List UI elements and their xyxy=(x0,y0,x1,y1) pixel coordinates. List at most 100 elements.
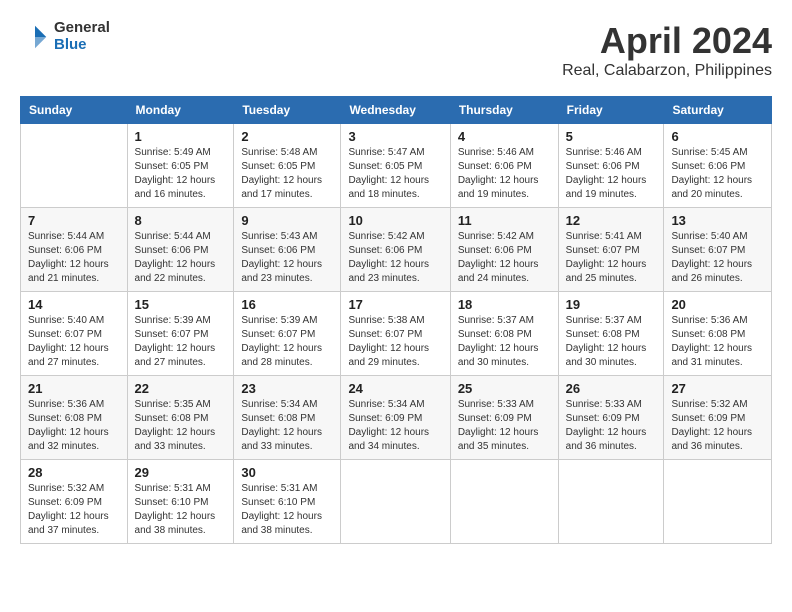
calendar-cell: 7 Sunrise: 5:44 AM Sunset: 6:06 PM Daylig… xyxy=(21,208,128,292)
day-number: 8 xyxy=(135,213,227,228)
calendar-cell: 2 Sunrise: 5:48 AM Sunset: 6:05 PM Daylig… xyxy=(234,124,341,208)
calendar-cell: 10Sunrise: 5:42 AM Sunset: 6:06 PM Dayli… xyxy=(341,208,450,292)
header: General Blue April 2024 Real, Calabarzon… xyxy=(20,20,772,80)
day-info: Sunrise: 5:33 AM Sunset: 6:09 PM Dayligh… xyxy=(566,398,657,454)
calendar-table: SundayMondayTuesdayWednesdayThursdayFrid… xyxy=(20,96,772,544)
calendar-week-row: 14 Sunrise: 5:40 AM Sunset: 6:07 PM Dayli… xyxy=(21,292,772,376)
day-info: Sunrise: 5:36 AM Sunset: 6:08 PM Dayligh… xyxy=(28,398,120,454)
day-info: Sunrise: 5:42 AM Sunset: 6:06 PM Dayligh… xyxy=(458,230,551,286)
calendar-week-row: 7 Sunrise: 5:44 AM Sunset: 6:06 PM Daylig… xyxy=(21,208,772,292)
day-info: Sunrise: 5:32 AM Sunset: 6:09 PM Dayligh… xyxy=(671,398,764,454)
header-wednesday: Wednesday xyxy=(341,97,450,124)
calendar-cell xyxy=(21,124,128,208)
calendar-cell: 12 Sunrise: 5:41 AM Sunset: 6:07 PM Dayli… xyxy=(558,208,664,292)
day-info: Sunrise: 5:41 AM Sunset: 6:07 PM Dayligh… xyxy=(566,230,657,286)
calendar-cell: 23 Sunrise: 5:34 AM Sunset: 6:08 PM Dayli… xyxy=(234,376,341,460)
day-info: Sunrise: 5:39 AM Sunset: 6:07 PM Dayligh… xyxy=(135,314,227,370)
calendar-cell: 22Sunrise: 5:35 AM Sunset: 6:08 PM Dayli… xyxy=(127,376,234,460)
calendar-cell: 18 Sunrise: 5:37 AM Sunset: 6:08 PM Dayli… xyxy=(450,292,558,376)
location-subtitle: Real, Calabarzon, Philippines xyxy=(562,62,772,80)
day-number: 23 xyxy=(241,381,333,396)
day-number: 2 xyxy=(241,129,333,144)
day-info: Sunrise: 5:46 AM Sunset: 6:06 PM Dayligh… xyxy=(566,146,657,202)
calendar-cell: 20 Sunrise: 5:36 AM Sunset: 6:08 PM Dayli… xyxy=(664,292,772,376)
day-info: Sunrise: 5:47 AM Sunset: 6:05 PM Dayligh… xyxy=(348,146,442,202)
day-info: Sunrise: 5:33 AM Sunset: 6:09 PM Dayligh… xyxy=(458,398,551,454)
day-number: 20 xyxy=(671,297,764,312)
day-number: 9 xyxy=(241,213,333,228)
day-info: Sunrise: 5:49 AM Sunset: 6:05 PM Dayligh… xyxy=(135,146,227,202)
day-number: 25 xyxy=(458,381,551,396)
calendar-cell: 11 Sunrise: 5:42 AM Sunset: 6:06 PM Dayli… xyxy=(450,208,558,292)
day-info: Sunrise: 5:44 AM Sunset: 6:06 PM Dayligh… xyxy=(135,230,227,286)
day-number: 18 xyxy=(458,297,551,312)
day-info: Sunrise: 5:31 AM Sunset: 6:10 PM Dayligh… xyxy=(135,482,227,538)
calendar-cell: 6Sunrise: 5:45 AM Sunset: 6:06 PM Daylig… xyxy=(664,124,772,208)
day-number: 16 xyxy=(241,297,333,312)
logo-general: General xyxy=(54,20,110,37)
calendar-cell xyxy=(558,460,664,544)
header-thursday: Thursday xyxy=(450,97,558,124)
day-info: Sunrise: 5:34 AM Sunset: 6:08 PM Dayligh… xyxy=(241,398,333,454)
calendar-cell: 21 Sunrise: 5:36 AM Sunset: 6:08 PM Dayli… xyxy=(21,376,128,460)
day-number: 19 xyxy=(566,297,657,312)
day-info: Sunrise: 5:46 AM Sunset: 6:06 PM Dayligh… xyxy=(458,146,551,202)
day-info: Sunrise: 5:44 AM Sunset: 6:06 PM Dayligh… xyxy=(28,230,120,286)
day-number: 30 xyxy=(241,465,333,480)
day-number: 1 xyxy=(135,129,227,144)
calendar-cell: 28Sunrise: 5:32 AM Sunset: 6:09 PM Dayli… xyxy=(21,460,128,544)
day-number: 7 xyxy=(28,213,120,228)
header-monday: Monday xyxy=(127,97,234,124)
day-number: 6 xyxy=(671,129,764,144)
calendar-cell xyxy=(664,460,772,544)
day-info: Sunrise: 5:34 AM Sunset: 6:09 PM Dayligh… xyxy=(348,398,442,454)
day-info: Sunrise: 5:40 AM Sunset: 6:07 PM Dayligh… xyxy=(671,230,764,286)
day-number: 27 xyxy=(671,381,764,396)
calendar-cell: 9 Sunrise: 5:43 AM Sunset: 6:06 PM Daylig… xyxy=(234,208,341,292)
day-info: Sunrise: 5:40 AM Sunset: 6:07 PM Dayligh… xyxy=(28,314,120,370)
day-number: 26 xyxy=(566,381,657,396)
day-info: Sunrise: 5:31 AM Sunset: 6:10 PM Dayligh… xyxy=(241,482,333,538)
calendar-cell: 13Sunrise: 5:40 AM Sunset: 6:07 PM Dayli… xyxy=(664,208,772,292)
calendar-week-row: 1 Sunrise: 5:49 AM Sunset: 6:05 PM Daylig… xyxy=(21,124,772,208)
calendar-cell: 16 Sunrise: 5:39 AM Sunset: 6:07 PM Dayli… xyxy=(234,292,341,376)
calendar-cell: 30 Sunrise: 5:31 AM Sunset: 6:10 PM Dayli… xyxy=(234,460,341,544)
day-number: 28 xyxy=(28,465,120,480)
calendar-cell: 27 Sunrise: 5:32 AM Sunset: 6:09 PM Dayli… xyxy=(664,376,772,460)
day-number: 3 xyxy=(348,129,442,144)
calendar-cell: 19 Sunrise: 5:37 AM Sunset: 6:08 PM Dayli… xyxy=(558,292,664,376)
day-info: Sunrise: 5:48 AM Sunset: 6:05 PM Dayligh… xyxy=(241,146,333,202)
logo-icon xyxy=(20,22,50,52)
title-area: April 2024 Real, Calabarzon, Philippines xyxy=(562,20,772,80)
calendar-cell xyxy=(450,460,558,544)
day-info: Sunrise: 5:37 AM Sunset: 6:08 PM Dayligh… xyxy=(458,314,551,370)
calendar-week-row: 28Sunrise: 5:32 AM Sunset: 6:09 PM Dayli… xyxy=(21,460,772,544)
calendar-week-row: 21 Sunrise: 5:36 AM Sunset: 6:08 PM Dayli… xyxy=(21,376,772,460)
day-info: Sunrise: 5:36 AM Sunset: 6:08 PM Dayligh… xyxy=(671,314,764,370)
day-number: 22 xyxy=(135,381,227,396)
header-friday: Friday xyxy=(558,97,664,124)
calendar-cell: 1 Sunrise: 5:49 AM Sunset: 6:05 PM Daylig… xyxy=(127,124,234,208)
day-number: 21 xyxy=(28,381,120,396)
calendar-cell: 26 Sunrise: 5:33 AM Sunset: 6:09 PM Dayli… xyxy=(558,376,664,460)
day-number: 14 xyxy=(28,297,120,312)
calendar-cell: 17Sunrise: 5:38 AM Sunset: 6:07 PM Dayli… xyxy=(341,292,450,376)
day-number: 12 xyxy=(566,213,657,228)
day-info: Sunrise: 5:43 AM Sunset: 6:06 PM Dayligh… xyxy=(241,230,333,286)
calendar-header-row: SundayMondayTuesdayWednesdayThursdayFrid… xyxy=(21,97,772,124)
day-info: Sunrise: 5:37 AM Sunset: 6:08 PM Dayligh… xyxy=(566,314,657,370)
logo-blue: Blue xyxy=(54,37,110,54)
day-number: 15 xyxy=(135,297,227,312)
calendar-cell: 14 Sunrise: 5:40 AM Sunset: 6:07 PM Dayli… xyxy=(21,292,128,376)
calendar-cell: 15 Sunrise: 5:39 AM Sunset: 6:07 PM Dayli… xyxy=(127,292,234,376)
day-number: 11 xyxy=(458,213,551,228)
calendar-cell: 8 Sunrise: 5:44 AM Sunset: 6:06 PM Daylig… xyxy=(127,208,234,292)
calendar-cell: 24Sunrise: 5:34 AM Sunset: 6:09 PM Dayli… xyxy=(341,376,450,460)
calendar-cell: 25 Sunrise: 5:33 AM Sunset: 6:09 PM Dayli… xyxy=(450,376,558,460)
header-sunday: Sunday xyxy=(21,97,128,124)
day-info: Sunrise: 5:39 AM Sunset: 6:07 PM Dayligh… xyxy=(241,314,333,370)
day-number: 17 xyxy=(348,297,442,312)
calendar-cell: 4Sunrise: 5:46 AM Sunset: 6:06 PM Daylig… xyxy=(450,124,558,208)
month-year-title: April 2024 xyxy=(562,20,772,62)
day-number: 29 xyxy=(135,465,227,480)
